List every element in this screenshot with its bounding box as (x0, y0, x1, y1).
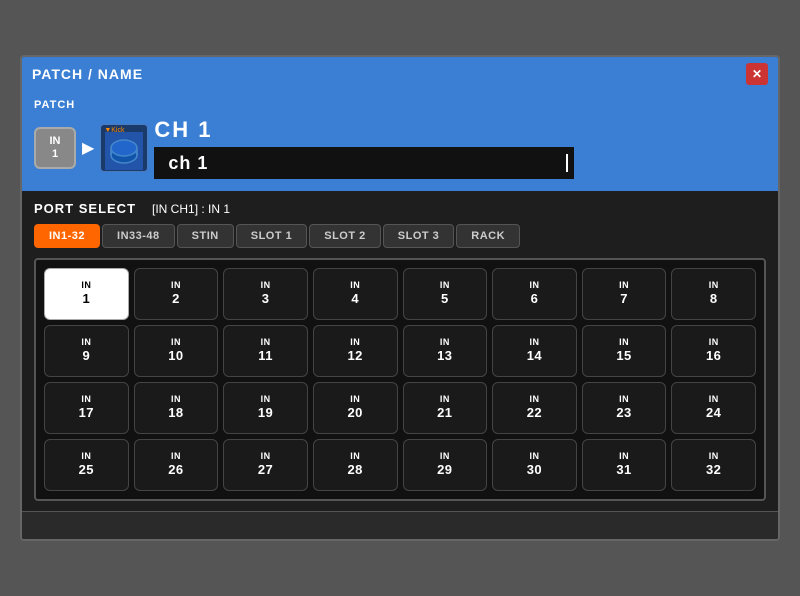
grid-btn-in30[interactable]: IN30 (492, 439, 577, 491)
grid-btn-in6[interactable]: IN6 (492, 268, 577, 320)
channel-name-container[interactable] (154, 147, 574, 179)
grid-btn-in31[interactable]: IN31 (582, 439, 667, 491)
input-grid: IN1IN2IN3IN4IN5IN6IN7IN8IN9IN10IN11IN12I… (44, 268, 756, 491)
channel-icon-image (105, 132, 143, 170)
patch-label: PATCH (34, 99, 75, 111)
tab-in1-32[interactable]: IN1-32 (34, 224, 100, 248)
grid-btn-in11[interactable]: IN11 (223, 325, 308, 377)
main-body: PORT SELECT [IN CH1] : IN 1 IN1-32IN33-4… (22, 191, 778, 511)
patch-name-dialog: PATCH / NAME ✕ PATCH IN 1 ▶ ▼Kick (20, 55, 780, 541)
channel-name-input[interactable] (160, 148, 564, 178)
grid-btn-in17[interactable]: IN17 (44, 382, 129, 434)
patch-button[interactable]: IN 1 (34, 127, 76, 169)
grid-btn-in27[interactable]: IN27 (223, 439, 308, 491)
grid-btn-in25[interactable]: IN25 (44, 439, 129, 491)
tab-stin[interactable]: STIN (177, 224, 234, 248)
close-button[interactable]: ✕ (746, 63, 768, 85)
grid-btn-in26[interactable]: IN26 (134, 439, 219, 491)
tab-bar: IN1-32IN33-48STINSLOT 1SLOT 2SLOT 3RACK (34, 224, 766, 248)
channel-info: CH 1 (154, 117, 574, 179)
grid-btn-in2[interactable]: IN2 (134, 268, 219, 320)
port-select-header: PORT SELECT [IN CH1] : IN 1 (34, 201, 766, 216)
grid-btn-in19[interactable]: IN19 (223, 382, 308, 434)
grid-btn-in14[interactable]: IN14 (492, 325, 577, 377)
channel-icon-label: ▼Kick (104, 127, 124, 134)
grid-btn-in1[interactable]: IN1 (44, 268, 129, 320)
patch-section: IN 1 ▶ ▼Kick CH 1 (34, 117, 574, 179)
channel-icon: ▼Kick (100, 124, 148, 172)
grid-btn-in21[interactable]: IN21 (403, 382, 488, 434)
patch-btn-line1: IN (50, 135, 61, 148)
dialog-title: PATCH / NAME (32, 66, 143, 82)
text-cursor (566, 154, 568, 172)
grid-btn-in24[interactable]: IN24 (671, 382, 756, 434)
channel-title: CH 1 (154, 117, 574, 143)
grid-btn-in20[interactable]: IN20 (313, 382, 398, 434)
title-bar: PATCH / NAME ✕ (22, 57, 778, 91)
grid-container: IN1IN2IN3IN4IN5IN6IN7IN8IN9IN10IN11IN12I… (34, 258, 766, 501)
grid-btn-in4[interactable]: IN4 (313, 268, 398, 320)
grid-btn-in32[interactable]: IN32 (671, 439, 756, 491)
grid-btn-in7[interactable]: IN7 (582, 268, 667, 320)
grid-btn-in16[interactable]: IN16 (671, 325, 756, 377)
grid-btn-in29[interactable]: IN29 (403, 439, 488, 491)
grid-btn-in3[interactable]: IN3 (223, 268, 308, 320)
grid-btn-in22[interactable]: IN22 (492, 382, 577, 434)
port-select-status: [IN CH1] : IN 1 (152, 202, 230, 216)
grid-btn-in15[interactable]: IN15 (582, 325, 667, 377)
bottom-bar (22, 511, 778, 539)
drum-svg (108, 135, 140, 167)
top-section: PATCH IN 1 ▶ ▼Kick (22, 91, 778, 191)
grid-btn-in8[interactable]: IN8 (671, 268, 756, 320)
arrow-right-icon: ▶ (82, 138, 94, 158)
grid-btn-in12[interactable]: IN12 (313, 325, 398, 377)
tab-slot3[interactable]: SLOT 3 (383, 224, 455, 248)
grid-btn-in28[interactable]: IN28 (313, 439, 398, 491)
grid-btn-in13[interactable]: IN13 (403, 325, 488, 377)
grid-btn-in5[interactable]: IN5 (403, 268, 488, 320)
grid-btn-in18[interactable]: IN18 (134, 382, 219, 434)
tab-slot2[interactable]: SLOT 2 (309, 224, 381, 248)
patch-btn-line2: 1 (52, 148, 58, 161)
tab-slot1[interactable]: SLOT 1 (236, 224, 308, 248)
grid-btn-in10[interactable]: IN10 (134, 325, 219, 377)
grid-btn-in23[interactable]: IN23 (582, 382, 667, 434)
grid-btn-in9[interactable]: IN9 (44, 325, 129, 377)
port-select-label: PORT SELECT (34, 201, 136, 216)
tab-in33-48[interactable]: IN33-48 (102, 224, 175, 248)
tab-rack[interactable]: RACK (456, 224, 520, 248)
